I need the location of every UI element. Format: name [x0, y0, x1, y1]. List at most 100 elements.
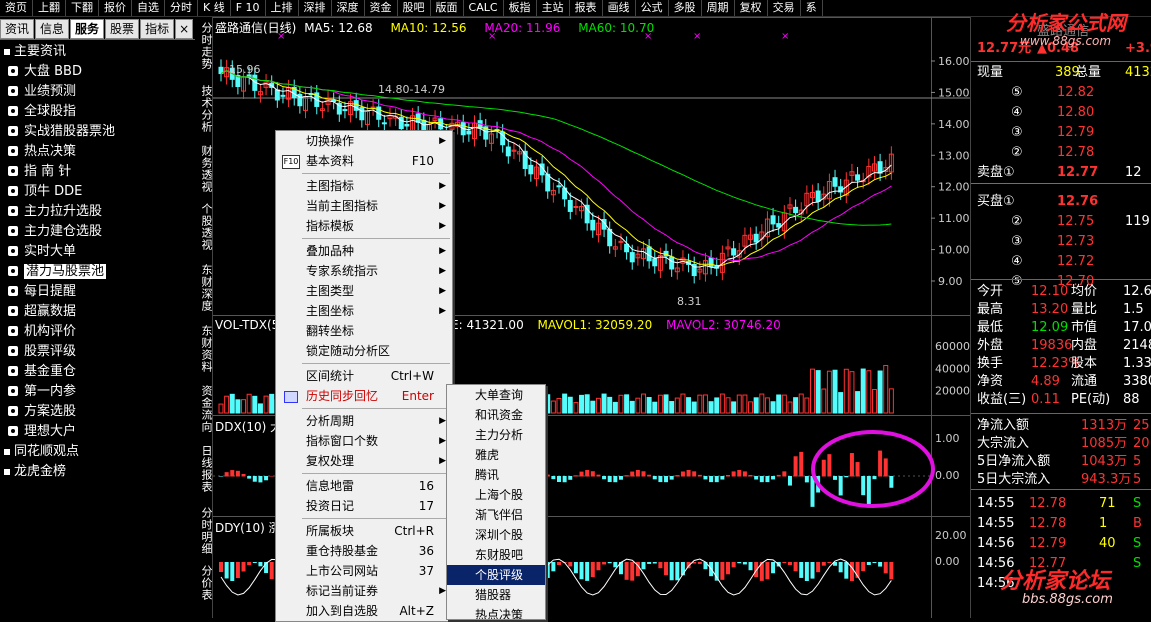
- submenu-item[interactable]: 上海个股: [447, 485, 545, 505]
- menu-item[interactable]: 历史同步回忆 Enter: [276, 386, 452, 406]
- menu-item[interactable]: 投资日记 17: [276, 496, 452, 516]
- toolbar-button[interactable]: F 10: [231, 0, 266, 16]
- submenu-item[interactable]: 个股评级: [447, 565, 545, 585]
- toolbar-button[interactable]: 版面: [431, 0, 464, 16]
- menu-item[interactable]: 所属板块 Ctrl+R: [276, 521, 452, 541]
- menu-item[interactable]: 专家系统指示 ▶: [276, 261, 452, 281]
- toolbar-button[interactable]: 上排: [266, 0, 299, 16]
- toolbar-button[interactable]: 资页: [0, 0, 33, 16]
- tree-item[interactable]: 顶牛 DDE: [0, 182, 195, 202]
- menu-item[interactable]: 锁定随动分析区: [276, 341, 452, 361]
- tree-item[interactable]: 实时大单: [0, 242, 195, 262]
- tree-item[interactable]: 第一内参: [0, 382, 195, 402]
- side-view-tab[interactable]: 技术分析: [196, 85, 213, 133]
- menu-item[interactable]: 上市公司网站 37: [276, 561, 452, 581]
- side-view-tab[interactable]: 日线报表: [196, 445, 213, 493]
- tree-item[interactable]: 理想大户: [0, 422, 195, 442]
- toolbar-button[interactable]: 分时: [165, 0, 198, 16]
- menu-item[interactable]: 复权处理 ▶: [276, 451, 452, 471]
- side-view-tab[interactable]: 分时走势: [196, 22, 213, 70]
- tree-item[interactable]: 机构评价: [0, 322, 195, 342]
- tree-group[interactable]: 龙虎金榜: [0, 462, 195, 482]
- side-view-tab[interactable]: 个股透视: [196, 203, 213, 251]
- toolbar-button[interactable]: 报表: [570, 0, 603, 16]
- left-tab[interactable]: 指标: [140, 19, 175, 39]
- menu-item[interactable]: 指标窗口个数 ▶: [276, 431, 452, 451]
- submenu-item[interactable]: 大单查询: [447, 385, 545, 405]
- toolbar-button[interactable]: 系: [801, 0, 823, 16]
- toolbar-button[interactable]: 资金: [365, 0, 398, 16]
- side-view-tab[interactable]: 东财资料: [196, 325, 213, 373]
- tree-item[interactable]: 实战猎股器票池: [0, 122, 195, 142]
- left-tab[interactable]: 资讯: [0, 19, 35, 39]
- menu-item[interactable]: 主图坐标 ▶: [276, 301, 452, 321]
- menu-item[interactable]: 分析周期 ▶: [276, 411, 452, 431]
- tree-item[interactable]: 超赢数据: [0, 302, 195, 322]
- toolbar-button[interactable]: 下翻: [66, 0, 99, 16]
- tree-item[interactable]: 潜力马股票池: [0, 262, 195, 282]
- menu-item[interactable]: F10 基本资料 F10: [276, 151, 452, 171]
- left-tab[interactable]: 服务: [70, 19, 105, 39]
- tree-item[interactable]: 全球股指: [0, 102, 195, 122]
- menu-item[interactable]: 叠加品种 ▶: [276, 241, 452, 261]
- submenu-item[interactable]: 主力分析: [447, 425, 545, 445]
- toolbar-button[interactable]: 股吧: [398, 0, 431, 16]
- menu-item[interactable]: 信息地雷 16: [276, 476, 452, 496]
- tree-group[interactable]: 同花顺观点: [0, 442, 195, 462]
- toolbar-button[interactable]: K 线: [198, 0, 231, 16]
- toolbar-button[interactable]: 复权: [735, 0, 768, 16]
- tree-item[interactable]: 基金重仓: [0, 362, 195, 382]
- menu-item[interactable]: 主图类型 ▶: [276, 281, 452, 301]
- menu-item[interactable]: 切换操作 ▶: [276, 131, 452, 151]
- toolbar-button[interactable]: 深度: [332, 0, 365, 16]
- submenu-item[interactable]: 腾讯: [447, 465, 545, 485]
- menu-item[interactable]: 主图指标 ▶: [276, 176, 452, 196]
- side-view-tab[interactable]: 东财深度: [196, 264, 213, 312]
- tree-item[interactable]: 热点决策: [0, 142, 195, 162]
- menu-item[interactable]: 指标模板 ▶: [276, 216, 452, 236]
- expand-icon[interactable]: [4, 48, 10, 55]
- tree-item[interactable]: 方案选股: [0, 402, 195, 422]
- toolbar-button[interactable]: CALC: [464, 0, 504, 16]
- submenu-item[interactable]: 雅虎: [447, 445, 545, 465]
- left-tab[interactable]: 股票: [105, 19, 140, 39]
- toolbar-button[interactable]: 主站: [537, 0, 570, 16]
- submenu-item[interactable]: 深圳个股: [447, 525, 545, 545]
- side-view-tab[interactable]: 资金流向: [196, 385, 213, 433]
- submenu-item[interactable]: 东财股吧: [447, 545, 545, 565]
- tree-item[interactable]: 指 南 针: [0, 162, 195, 182]
- left-tab[interactable]: 信息: [35, 19, 70, 39]
- toolbar-button[interactable]: 画线: [603, 0, 636, 16]
- toolbar-button[interactable]: 交易: [768, 0, 801, 16]
- side-view-tab[interactable]: 分价表: [196, 565, 213, 601]
- side-view-tab[interactable]: 分时明细: [196, 507, 213, 555]
- menu-item[interactable]: 加入到自选股 Alt+Z: [276, 601, 452, 621]
- toolbar-button[interactable]: 公式: [636, 0, 669, 16]
- toolbar-button[interactable]: 深排: [299, 0, 332, 16]
- menu-item[interactable]: 区间统计 Ctrl+W: [276, 366, 452, 386]
- expand-icon[interactable]: [4, 468, 10, 475]
- menu-item[interactable]: 重仓持股基金 36: [276, 541, 452, 561]
- menu-item[interactable]: 标记当前证券 ▶: [276, 581, 452, 601]
- toolbar-button[interactable]: 报价: [99, 0, 132, 16]
- tree-group[interactable]: 主要资讯: [0, 42, 195, 62]
- submenu-item[interactable]: 和讯资金: [447, 405, 545, 425]
- tree-item[interactable]: 主力拉升选股: [0, 202, 195, 222]
- submenu-item[interactable]: 猎股器: [447, 585, 545, 605]
- toolbar-button[interactable]: 多股: [669, 0, 702, 16]
- toolbar-button[interactable]: 上翻: [33, 0, 66, 16]
- tree-item[interactable]: 主力建仓选股: [0, 222, 195, 242]
- toolbar-button[interactable]: 自选: [132, 0, 165, 16]
- toolbar-button[interactable]: 板指: [504, 0, 537, 16]
- tree-item[interactable]: 业绩预测: [0, 82, 195, 102]
- menu-item[interactable]: 翻转坐标: [276, 321, 452, 341]
- tree-item[interactable]: 大盘 BBD: [0, 62, 195, 82]
- toolbar-button[interactable]: 周期: [702, 0, 735, 16]
- tree-item[interactable]: 每日提醒: [0, 282, 195, 302]
- menu-item[interactable]: 当前主图指标 ▶: [276, 196, 452, 216]
- submenu-item[interactable]: 渐飞伴侣: [447, 505, 545, 525]
- expand-icon[interactable]: [4, 448, 10, 455]
- close-tab-button[interactable]: ×: [175, 19, 194, 39]
- side-view-tab[interactable]: 财务透视: [196, 145, 213, 193]
- tree-item[interactable]: 股票评级: [0, 342, 195, 362]
